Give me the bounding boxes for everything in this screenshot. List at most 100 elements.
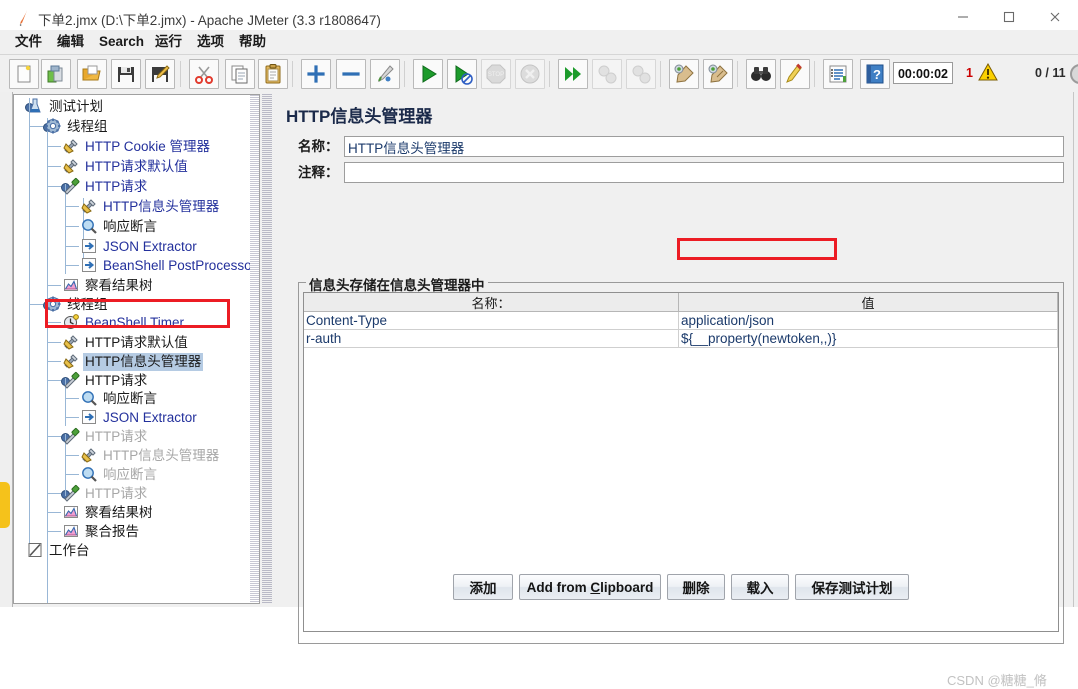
tree-node-label: 察看结果树 [85, 278, 153, 293]
tree-node-label: HTTP请求 [85, 429, 148, 444]
toolbar-separator-2 [292, 61, 293, 87]
tree-node[interactable]: BeanShell PostProcessor [80, 256, 258, 276]
window-title: 下单2.jmx (D:\下单2.jmx) - Apache JMeter (3.… [38, 13, 381, 28]
tree-node[interactable]: JSON Extractor [80, 408, 199, 428]
name-input[interactable] [344, 136, 1064, 157]
close-button[interactable] [1032, 0, 1078, 34]
tree-node[interactable]: HTTP请求 [62, 427, 149, 447]
clear-all-button[interactable] [703, 59, 733, 89]
templates-button[interactable] [41, 59, 71, 89]
tree-node-label: 线程组 [67, 297, 108, 312]
menu-item-4[interactable]: 运行 [152, 32, 185, 52]
tree-node[interactable]: HTTP请求默认值 [62, 333, 190, 353]
menu-item-2[interactable]: 编辑 [54, 32, 87, 52]
tree-node[interactable]: 聚合报告 [62, 522, 141, 542]
comment-input[interactable] [344, 162, 1064, 183]
maximize-button[interactable] [986, 0, 1032, 34]
delete-button[interactable]: 删除 [667, 574, 725, 600]
collapse-all-button[interactable] [336, 59, 366, 89]
toggle-button[interactable] [370, 59, 400, 89]
menu-item-6[interactable]: 帮助 [236, 32, 269, 52]
tree-node[interactable]: 响应断言 [80, 389, 159, 409]
comment-row: 注释： [298, 162, 1064, 184]
tree-node-label: BeanShell PostProcessor [103, 258, 257, 273]
tree-node-label: HTTP请求默认值 [85, 159, 188, 174]
add-from-clipboard-button[interactable]: Add from Clipboard [519, 574, 661, 600]
table-row[interactable]: r-auth ${__property(newtoken,,)} [304, 330, 1058, 348]
tree-node[interactable]: HTTP信息头管理器 [62, 352, 204, 372]
tree-node-label: 测试计划 [49, 99, 103, 114]
function-helper-button[interactable] [823, 59, 853, 89]
expand-all-button[interactable] [301, 59, 331, 89]
tree-node[interactable]: 工作台 [26, 541, 92, 561]
new-test-plan-button[interactable] [9, 59, 39, 89]
start-no-pauses-button[interactable] [447, 59, 477, 89]
split-pane-divider[interactable] [262, 94, 272, 604]
tree-node-label: 察看结果树 [85, 505, 153, 520]
start-button[interactable] [413, 59, 443, 89]
tree-node-label: HTTP Cookie 管理器 [85, 139, 211, 154]
warning-triangle-icon[interactable] [978, 63, 998, 82]
postprocessor-icon [80, 408, 101, 429]
copy-button[interactable] [225, 59, 255, 89]
tree-node[interactable]: 察看结果树 [62, 276, 155, 296]
table-row[interactable]: Content-Type application/json [304, 312, 1058, 330]
search-button[interactable] [746, 59, 776, 89]
svg-text:?: ? [873, 67, 881, 82]
help-button[interactable]: ? [860, 59, 890, 89]
column-header-value[interactable]: 值 [679, 293, 1058, 312]
remote-stop-icon [596, 63, 618, 85]
tree-node[interactable]: HTTP信息头管理器 [80, 197, 221, 217]
tree-node[interactable]: HTTP请求默认值 [62, 157, 190, 177]
toolbar-separator-5 [660, 61, 661, 87]
menu-item-5[interactable]: 选项 [194, 32, 227, 52]
save-button[interactable] [111, 59, 141, 89]
header-value-cell[interactable]: ${__property(newtoken,,)} [679, 330, 1058, 348]
thread-group-icon [44, 117, 65, 138]
tree-node[interactable]: 测试计划 [26, 97, 105, 117]
config-wrench-icon [80, 446, 101, 467]
tree-node[interactable]: 响应断言 [80, 217, 159, 237]
add-button[interactable]: 添加 [453, 574, 513, 600]
open-button[interactable] [77, 59, 107, 89]
tree-node[interactable]: 察看结果树 [62, 503, 155, 523]
tree-node[interactable]: JSON Extractor [80, 237, 199, 257]
remote-start-all-button[interactable] [558, 59, 588, 89]
tree-node-label: HTTP信息头管理器 [83, 353, 204, 371]
toolbar-separator-7 [814, 61, 815, 87]
paste-button[interactable] [258, 59, 288, 89]
header-value-cell[interactable]: application/json [679, 312, 1058, 330]
clear-broom-icon [673, 63, 695, 85]
header-name-cell[interactable]: Content-Type [304, 312, 679, 330]
save-as-icon [149, 63, 171, 85]
background-accent [0, 482, 10, 528]
save-as-button[interactable] [145, 59, 175, 89]
tree-node[interactable]: HTTP信息头管理器 [80, 446, 221, 466]
tree-node[interactable]: BeanShell Timer [62, 313, 186, 333]
tree-node-label: HTTP信息头管理器 [103, 199, 220, 214]
tree-node-label: 线程组 [67, 119, 108, 134]
cut-button[interactable] [189, 59, 219, 89]
load-button[interactable]: 载入 [731, 574, 789, 600]
tree-node[interactable]: HTTP请求 [62, 177, 149, 197]
search-reset-button[interactable] [780, 59, 810, 89]
test-plan-tree[interactable]: 测试计划 线程组 HTTP Cookie 管理器 HTTP请求默认值 HTTP请求 HTT… [13, 94, 260, 604]
menu-item-3[interactable]: Search [96, 32, 147, 52]
clear-button[interactable] [669, 59, 699, 89]
header-name-cell[interactable]: r-auth [304, 330, 679, 348]
copy-icon [229, 63, 251, 85]
menu-item-1[interactable]: 文件 [12, 32, 45, 52]
tree-node[interactable]: 线程组 [44, 117, 110, 137]
minimize-button[interactable] [940, 0, 986, 34]
assertion-icon [80, 465, 101, 486]
tree-node[interactable]: HTTP Cookie 管理器 [62, 137, 212, 157]
watermark: CSDN @糖糖_脩 [947, 673, 1047, 688]
minus-icon [340, 63, 362, 85]
tree-vertical-scrollbar[interactable] [250, 95, 259, 603]
tree-node[interactable]: HTTP请求 [62, 371, 149, 391]
save-test-plan-button[interactable]: 保存测试计划 [795, 574, 909, 600]
warning-count: 1 [966, 66, 973, 80]
tree-node[interactable]: 响应断言 [80, 465, 159, 485]
column-header-name[interactable]: 名称： [304, 293, 679, 312]
tree-node[interactable]: HTTP请求 [62, 484, 149, 504]
